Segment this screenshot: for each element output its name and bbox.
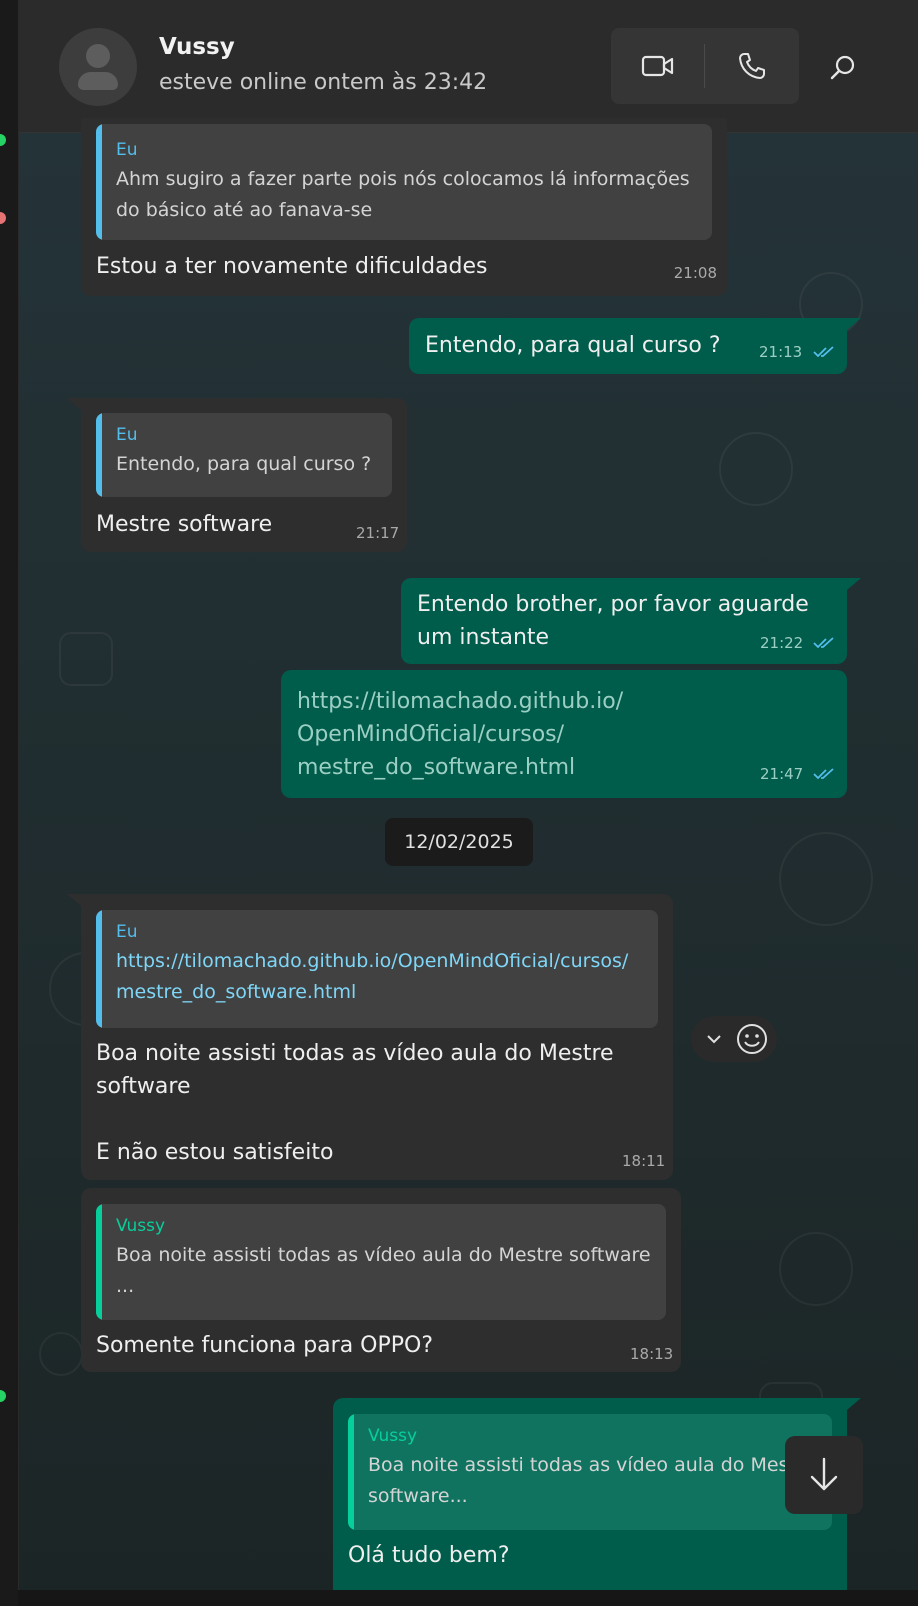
message-time: 21:17 xyxy=(356,524,400,542)
message-outgoing[interactable]: Entendo brother, por favor aguarde um in… xyxy=(401,578,847,664)
bg-doodle xyxy=(59,632,113,686)
message-link[interactable]: https://tilomachado.github.io/ OpenMindO… xyxy=(297,685,697,784)
left-sidebar-edge xyxy=(0,0,18,1606)
message-text: Entendo, para qual curso ? xyxy=(425,333,721,358)
message-actions xyxy=(691,1016,777,1062)
quoted-message[interactable]: Vussy Boa noite assisti todas as vídeo a… xyxy=(96,1204,666,1320)
quote-text: Ahm sugiro a fazer parte pois nós coloca… xyxy=(116,168,690,221)
quote-author: Eu xyxy=(116,140,138,160)
date-separator: 12/02/2025 xyxy=(385,818,533,866)
message-outgoing-link[interactable]: https://tilomachado.github.io/ OpenMindO… xyxy=(281,670,847,798)
contact-name[interactable]: Vussy xyxy=(159,34,235,60)
bubble-tail xyxy=(847,578,861,590)
video-camera-icon xyxy=(641,55,673,77)
avatar-head xyxy=(86,44,110,68)
quoted-message[interactable]: Vussy Boa noite assisti todas as vídeo a… xyxy=(348,1414,832,1530)
quote-text: Entendo, para qual curso ? xyxy=(116,453,372,475)
bubble-tail xyxy=(847,1398,861,1410)
message-outgoing[interactable]: Entendo, para qual curso ? 21:13 xyxy=(409,318,847,374)
bg-doodle xyxy=(779,1232,853,1306)
status-dot-pink xyxy=(0,212,6,224)
scroll-to-bottom-button[interactable] xyxy=(785,1436,863,1514)
message-outgoing[interactable]: Vussy Boa noite assisti todas as vídeo a… xyxy=(333,1398,847,1590)
call-buttons-group xyxy=(611,28,799,104)
message-incoming[interactable]: Eu Entendo, para qual curso ? Mestre sof… xyxy=(81,398,407,552)
message-incoming[interactable]: Eu https://tilomachado.github.io/OpenMin… xyxy=(81,894,673,1180)
bg-doodle xyxy=(719,432,793,506)
quote-bar xyxy=(96,910,102,1028)
read-ticks-icon xyxy=(813,346,834,358)
voice-call-button[interactable] xyxy=(705,28,799,104)
status-dot-green-2 xyxy=(0,1390,6,1402)
quote-bar xyxy=(348,1414,354,1530)
quote-author: Vussy xyxy=(368,1426,418,1446)
quoted-message[interactable]: Eu https://tilomachado.github.io/OpenMin… xyxy=(96,910,658,1028)
quote-text: https://tilomachado.github.io/OpenMindOf… xyxy=(116,950,629,1003)
message-text: Estou a ter novamente dificuldades xyxy=(96,254,488,279)
quote-bar xyxy=(96,413,102,497)
emoji-icon[interactable] xyxy=(735,1022,769,1056)
read-ticks-icon xyxy=(813,637,834,649)
bg-doodle xyxy=(39,1332,83,1376)
quote-bar xyxy=(96,1204,102,1320)
quote-author: Vussy xyxy=(116,1216,166,1236)
search-button[interactable] xyxy=(815,40,871,96)
bubble-tail xyxy=(67,398,81,410)
chevron-down-icon[interactable] xyxy=(705,1032,723,1046)
chat-window: Vussy esteve online ontem às 23:42 Eu Ah… xyxy=(18,0,918,1590)
message-time: 21:47 xyxy=(760,765,804,783)
contact-status: esteve online ontem às 23:42 xyxy=(159,70,488,95)
message-incoming[interactable]: Eu Ahm sugiro a fazer parte pois nós col… xyxy=(81,118,727,296)
message-text: Olá tudo bem? xyxy=(348,1543,510,1568)
read-ticks-icon xyxy=(813,768,834,780)
bubble-tail xyxy=(67,894,81,906)
search-icon xyxy=(830,55,855,80)
message-text: Boa noite assisti todas as vídeo aula do… xyxy=(96,1041,614,1165)
avatar-body xyxy=(78,72,118,90)
message-time: 18:13 xyxy=(630,1345,674,1363)
status-dot-green xyxy=(0,134,6,146)
arrow-down-icon xyxy=(810,1457,838,1491)
message-text: Mestre software xyxy=(96,512,273,537)
message-time: 18:11 xyxy=(622,1152,666,1170)
message-time: 21:13 xyxy=(759,343,803,361)
bg-doodle xyxy=(779,832,873,926)
quote-bar xyxy=(96,124,102,240)
quote-text: Boa noite assisti todas as vídeo aula do… xyxy=(116,1244,651,1297)
phone-icon xyxy=(739,53,765,79)
quoted-message[interactable]: Eu Ahm sugiro a fazer parte pois nós col… xyxy=(96,124,712,240)
video-call-button[interactable] xyxy=(611,28,704,104)
avatar[interactable] xyxy=(59,28,137,106)
bubble-tail xyxy=(847,318,861,330)
quote-text: Boa noite assisti todas as vídeo aula do… xyxy=(368,1454,815,1507)
chat-header: Vussy esteve online ontem às 23:42 xyxy=(19,0,918,133)
quote-author: Eu xyxy=(116,922,138,942)
message-incoming[interactable]: Vussy Boa noite assisti todas as vídeo a… xyxy=(81,1188,681,1372)
message-text: Somente funciona para OPPO? xyxy=(96,1333,434,1358)
message-time: 21:08 xyxy=(673,264,717,282)
message-time: 21:22 xyxy=(760,634,804,652)
quote-author: Eu xyxy=(116,425,138,445)
quoted-message[interactable]: Eu Entendo, para qual curso ? xyxy=(96,413,392,497)
